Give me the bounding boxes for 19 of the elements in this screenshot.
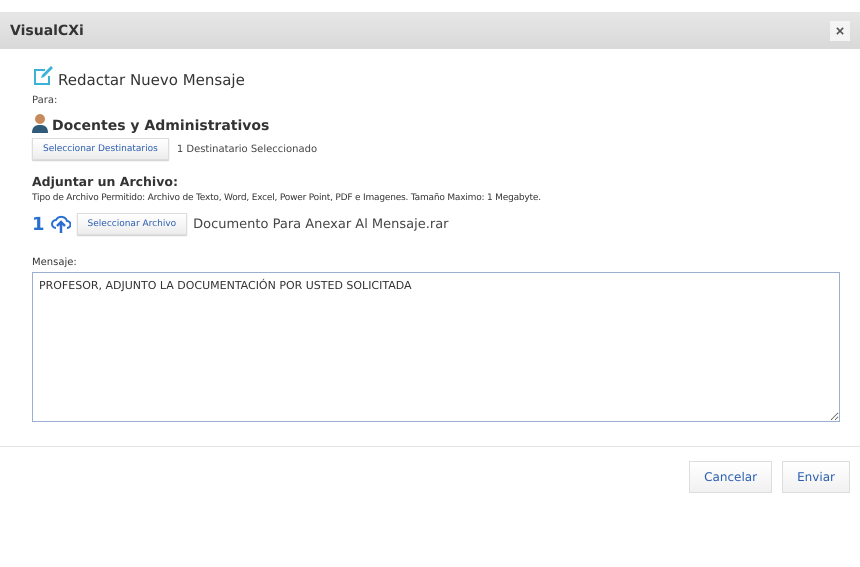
attach-heading: Adjuntar un Archivo: (32, 174, 179, 189)
cloud-upload-icon (50, 214, 71, 234)
person-icon (32, 113, 48, 133)
select-recipients-button[interactable]: Seleccionar Destinatarios (32, 138, 169, 160)
message-field[interactable]: PROFESOR, ADJUNTO LA DOCUMENTACIÓN POR USTED SOLICITADA (32, 272, 840, 422)
select-file-button[interactable]: Seleccionar Archivo (76, 213, 188, 235)
message-label: Mensaje: (32, 257, 78, 268)
recipients-count: 1 Destinatario Seleccionado (176, 144, 318, 154)
edit-icon (32, 65, 54, 87)
attach-hint: Tipo de Archivo Permitido: Archivo de Texto, Word, Excel, Power Point, PDF e Imagenes. Tamaño Maximo: 1 Megabyte. (32, 193, 542, 203)
close-button[interactable]: × (830, 21, 850, 41)
dialog-button[interactable]: Enviar (782, 461, 850, 493)
upload-count: 1 (32, 214, 45, 234)
recipient-group: Docentes y Administrativos (52, 118, 270, 134)
dialog-button[interactable]: Cancelar (689, 461, 772, 493)
compose-heading: Redactar Nuevo Mensaje (58, 71, 245, 89)
file-name: Documento Para Anexar Al Mensaje.rar (193, 216, 449, 232)
to-label: Para: (32, 95, 58, 106)
window-title: VisualCXi (10, 23, 84, 39)
